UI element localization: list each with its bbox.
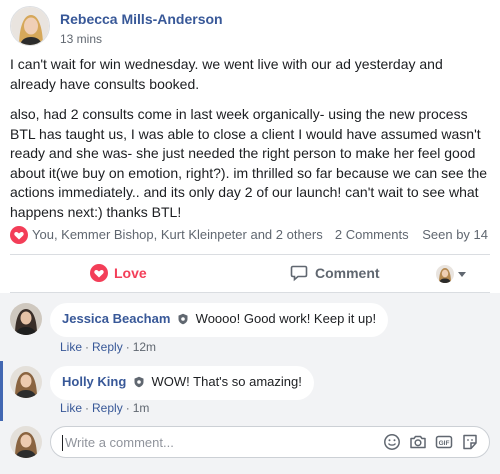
post-paragraph: I can't wait for win wednesday. we went …: [10, 56, 443, 92]
shield-badge-icon: [133, 376, 145, 392]
love-button[interactable]: Love: [90, 264, 147, 282]
seen-by-count[interactable]: Seen by 14: [422, 227, 488, 242]
like-link[interactable]: Like: [60, 401, 82, 415]
gif-icon[interactable]: GIF: [435, 433, 453, 451]
commenter-avatar[interactable]: [10, 366, 42, 398]
comments-count[interactable]: 2 Comments: [335, 227, 409, 242]
comment-time[interactable]: 12m: [133, 340, 156, 354]
commenter-name[interactable]: Jessica Beacham: [62, 311, 170, 326]
text-cursor: [62, 435, 63, 451]
reaction-names[interactable]: You, Kemmer Bishop, Kurt Kleinpeter and …: [32, 227, 323, 242]
comment-actions: Like · Reply · 12m: [60, 340, 157, 354]
heart-icon: [90, 264, 108, 282]
my-avatar: [10, 426, 42, 458]
comment-bubble: Jessica Beacham Woooo! Good work! Keep i…: [50, 303, 389, 337]
comment-time[interactable]: 1m: [133, 401, 150, 415]
comment-label: Comment: [315, 265, 380, 281]
heart-icon: [10, 226, 28, 244]
comment-input[interactable]: Write a comment... GIF: [50, 426, 490, 458]
like-link[interactable]: Like: [60, 340, 82, 354]
commenter-avatar[interactable]: [10, 303, 42, 335]
speech-bubble-icon: [290, 265, 308, 282]
comment-placeholder: Write a comment...: [65, 435, 174, 450]
comment-actions: Like · Reply · 1m: [60, 401, 150, 415]
reaction-counts: 2 Comments Seen by 14: [325, 227, 488, 242]
commenter-name[interactable]: Holly King: [62, 374, 126, 389]
avatar: [436, 265, 454, 283]
camera-icon[interactable]: [409, 433, 427, 451]
reply-link[interactable]: Reply: [92, 401, 123, 415]
reply-link[interactable]: Reply: [92, 340, 123, 354]
post-timestamp[interactable]: 13 mins: [60, 32, 102, 46]
comment-text: Woooo! Good work! Keep it up!: [195, 311, 377, 326]
chevron-down-icon: [458, 271, 466, 277]
author-name[interactable]: Rebecca Mills-Anderson: [60, 11, 223, 27]
composer-tools: GIF: [383, 433, 479, 451]
action-bar: Love Comment: [0, 256, 500, 292]
love-label: Love: [114, 265, 147, 281]
shield-badge-icon: [177, 313, 189, 329]
reactions-summary: You, Kemmer Bishop, Kurt Kleinpeter and …: [10, 224, 490, 246]
comment-bubble: Holly King WOW! That's so amazing!: [50, 366, 314, 400]
active-comment-indicator: [0, 361, 3, 421]
emoji-icon[interactable]: [383, 433, 401, 451]
svg-text:GIF: GIF: [439, 440, 450, 447]
post-paragraph: also, had 2 consults come in last week o…: [10, 106, 488, 220]
author-avatar[interactable]: [10, 6, 50, 46]
comment-composer: Write a comment... GIF: [10, 426, 490, 458]
feed-post: Rebecca Mills-Anderson 13 mins I can't w…: [0, 0, 500, 474]
sticker-icon[interactable]: [461, 433, 479, 451]
post-body: I can't wait for win wednesday. we went …: [10, 55, 490, 233]
post-as-selector[interactable]: [436, 265, 466, 283]
divider: [10, 254, 490, 255]
comment-button[interactable]: Comment: [290, 264, 380, 282]
comment-text: WOW! That's so amazing!: [151, 374, 302, 389]
